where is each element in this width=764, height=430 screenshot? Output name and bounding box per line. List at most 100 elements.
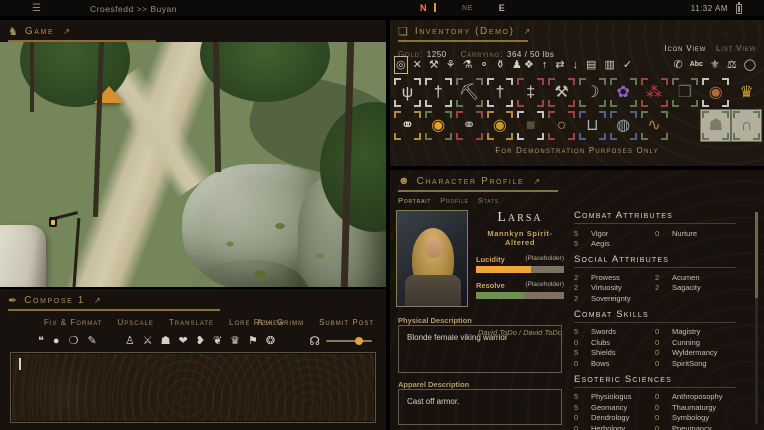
deposit-icon[interactable]: ↑ <box>542 58 548 72</box>
inventory-item-dried-root[interactable]: ∿ <box>639 109 670 142</box>
crossed-swords-icon[interactable]: ⚔ <box>143 334 153 348</box>
inventory-item-silver-tankard[interactable]: ⊔ <box>577 109 608 142</box>
stats-scrollbar[interactable] <box>755 212 758 424</box>
speech-bubble-icon[interactable]: ❍ <box>69 334 79 348</box>
shield-icon[interactable]: ☗ <box>161 334 171 348</box>
menu-icon[interactable]: ☰ <box>32 3 41 14</box>
filter-alchemy-icon[interactable]: ⚗ <box>463 58 473 72</box>
crown-icon[interactable]: ♛ <box>230 334 240 348</box>
slot-bracket <box>537 133 544 140</box>
equip-icon[interactable]: ⚜ <box>710 58 720 72</box>
tab-profile[interactable]: Profile <box>440 196 469 205</box>
inventory-item-round-shield[interactable]: ◍ <box>608 109 639 142</box>
compass-point-n[interactable]: N <box>420 3 436 13</box>
portrait-face <box>425 236 442 258</box>
game-viewport[interactable] <box>0 42 386 287</box>
menu-item-translate[interactable]: Translate <box>169 318 214 327</box>
sort-icon[interactable]: ◯ <box>744 58 756 72</box>
action-submit-post[interactable]: Submit Post <box>319 318 374 327</box>
stat-label: Virtuosity <box>591 283 622 292</box>
filter-crafting-icon[interactable]: ⚘ <box>446 58 456 72</box>
hand-heart-icon[interactable]: ❥ <box>196 334 205 348</box>
inventory-item-red-berries[interactable]: ⁂ <box>639 76 670 109</box>
inventory-item-pickaxe[interactable]: ⛏ <box>454 76 485 109</box>
view-option-list-view[interactable]: List View <box>716 44 756 53</box>
game-expand-icon[interactable]: ↗ <box>63 27 70 36</box>
inventory-item-sling-stones[interactable]: ⚭ <box>454 109 485 142</box>
bar-placeholder: (Placeholder) <box>525 255 564 264</box>
weigh-icon[interactable]: ⚖ <box>727 58 737 72</box>
withdraw-icon[interactable]: ↓ <box>573 58 579 72</box>
inventory-item-linen-tunic[interactable]: ☗ <box>700 109 731 142</box>
dove-icon[interactable]: ❦ <box>213 334 222 348</box>
breadcrumb[interactable]: Croesfedd >> Buyan <box>90 4 177 14</box>
inventory-item-gold-crown[interactable]: ♛ <box>731 76 762 109</box>
filter-weapons-icon[interactable]: ✕ <box>413 58 422 72</box>
inventory-item-sickle[interactable]: ☽ <box>577 76 608 109</box>
compose-actions: Ask Grimm Submit Post <box>257 318 374 327</box>
trade-icon[interactable]: ⇄ <box>555 58 564 72</box>
tone-slider[interactable] <box>326 340 372 342</box>
menu-item-upscale[interactable]: Upscale <box>117 318 153 327</box>
chest-icon[interactable]: ▤ <box>586 58 596 72</box>
rename-icon[interactable]: Abc <box>690 58 703 72</box>
menu-item-fix-format[interactable]: Fix & Format <box>44 318 102 327</box>
pen-icon[interactable]: ✎ <box>87 334 96 348</box>
apparel-description-box[interactable]: Cast off armor. <box>398 389 562 425</box>
tab-portrait[interactable]: Portrait <box>398 196 431 205</box>
stat-value: 0 <box>574 338 591 347</box>
inventory-item-bird-nest-eggs[interactable]: ⚭ <box>392 109 423 142</box>
stat-value: 5 <box>574 348 591 357</box>
globe-icon[interactable]: ❂ <box>266 334 275 348</box>
inventory-item-black-book[interactable]: ❒ <box>670 76 701 109</box>
inventory-item-crocus-flowers[interactable]: ✿ <box>608 76 639 109</box>
physical-description-box[interactable]: Blonde female viking warrior <box>398 325 562 373</box>
compass-point-ne[interactable]: NE <box>462 5 473 12</box>
inventory-item-fried-egg[interactable]: ◉ <box>423 109 454 142</box>
inventory-item-skewers[interactable]: ψ <box>392 76 423 109</box>
stat-label: Symbology <box>672 413 709 422</box>
character-portrait[interactable] <box>396 210 468 307</box>
inventory-item-sword[interactable]: † <box>485 76 516 109</box>
stat-row-bows: 0Bows <box>574 358 655 369</box>
flag-icon[interactable]: ⚑ <box>248 334 258 348</box>
compose-text-area[interactable] <box>10 352 376 423</box>
stat-row-virtuosity: 2Virtuosity <box>574 283 655 294</box>
tone-slider-thumb[interactable] <box>355 337 363 345</box>
stat-value: 0 <box>574 359 591 368</box>
inventory-item-leather-wallet[interactable]: ■ <box>515 109 546 142</box>
quote-icon[interactable]: ❝ <box>38 334 44 348</box>
bar-track-resolve[interactable] <box>476 292 564 299</box>
inspect-icon[interactable]: ✆ <box>673 58 682 72</box>
person-icon[interactable]: ♙ <box>125 334 135 348</box>
filled-bubble-icon[interactable]: ● <box>53 334 60 348</box>
skewers-glyph: ψ <box>402 85 413 101</box>
money-bag-icon[interactable]: ❖ <box>524 58 534 72</box>
inventory-slot-empty[interactable] <box>670 109 701 142</box>
view-option-icon-view[interactable]: Icon View <box>664 44 706 53</box>
manifest-icon[interactable]: ▥ <box>604 58 614 72</box>
tab-stats[interactable]: Stats <box>478 196 499 205</box>
filter-all-icon[interactable]: ◎ <box>396 58 406 72</box>
inventory-item-gold-coin[interactable]: ◉ <box>485 109 516 142</box>
inventory-item-hammer[interactable]: ⚒ <box>546 76 577 109</box>
tone-dial-icon[interactable]: ☊ <box>309 334 320 348</box>
stat-row-nurture: 0Nurture <box>655 228 736 239</box>
inventory-item-green-hood[interactable]: ∩ <box>731 109 762 142</box>
compass-point-e[interactable]: E <box>499 3 506 13</box>
inventory-item-dagger[interactable]: ‡ <box>515 76 546 109</box>
stat-row-cunning: 0Cunning <box>655 337 736 348</box>
slot-bracket <box>456 100 463 107</box>
action-ask-grimm[interactable]: Ask Grimm <box>257 318 304 327</box>
heart-icon[interactable]: ❤ <box>179 334 188 348</box>
bar-track-lucidity[interactable] <box>476 266 564 273</box>
inventory-item-copper-medallion[interactable]: ◉ <box>700 76 731 109</box>
inventory-item-longsword[interactable]: † <box>423 76 454 109</box>
inventory-expand-icon[interactable]: ↗ <box>524 27 531 36</box>
character-expand-icon[interactable]: ↗ <box>533 177 540 186</box>
compose-expand-icon[interactable]: ↗ <box>94 296 101 305</box>
stats-scrollbar-thumb[interactable] <box>755 212 758 298</box>
inventory-item-ring[interactable]: ○ <box>546 109 577 142</box>
falcon-icon[interactable]: ✓ <box>623 58 632 72</box>
filter-tools-icon[interactable]: ⚒ <box>429 58 439 72</box>
